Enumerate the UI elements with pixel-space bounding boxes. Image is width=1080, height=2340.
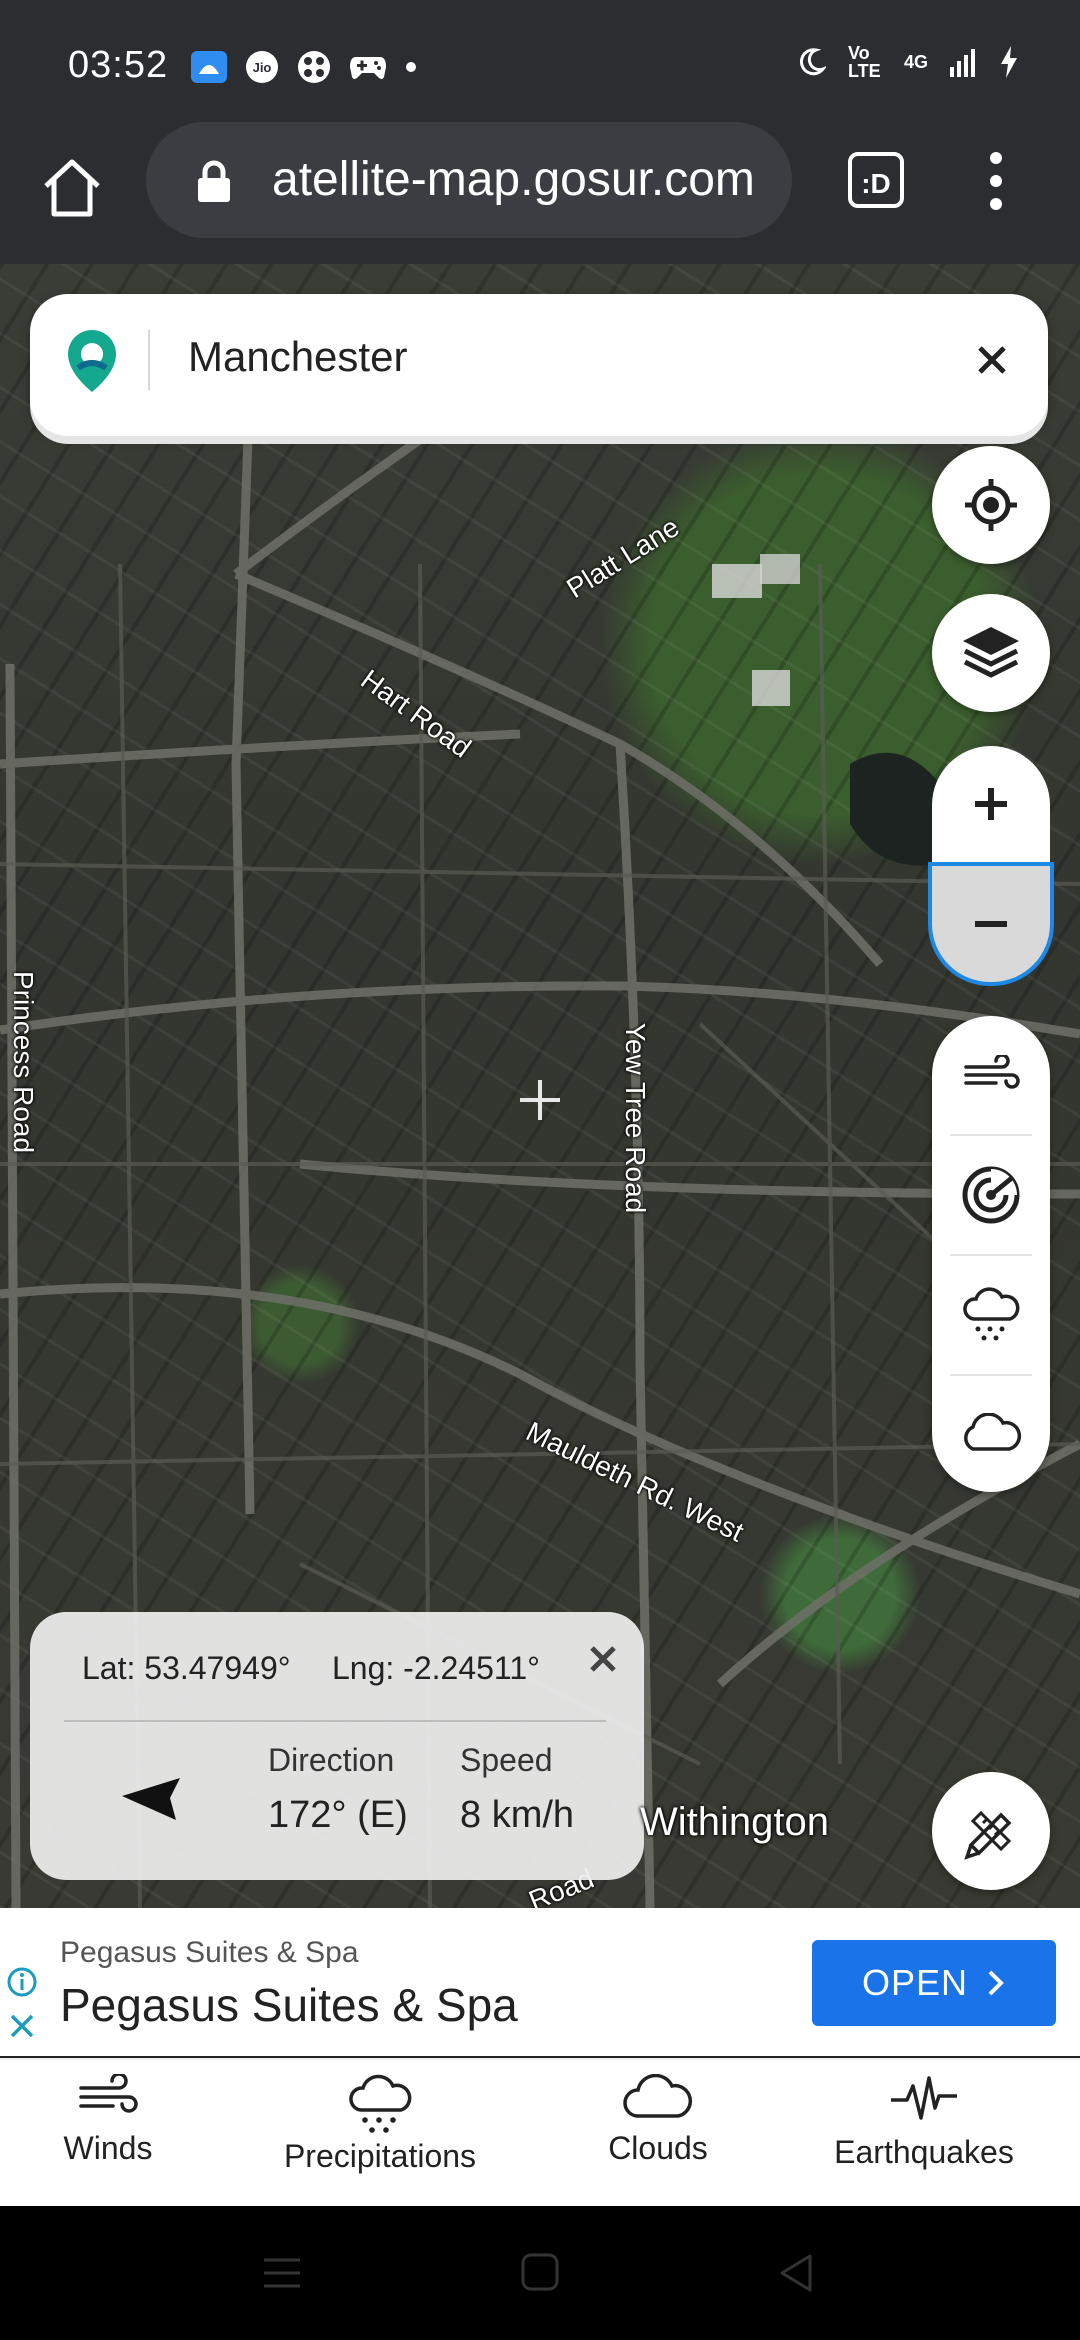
place-label: Withington: [640, 1800, 829, 1844]
home-icon[interactable]: [38, 154, 106, 222]
latitude-text: Lat: 53.47949°: [82, 1650, 291, 1686]
wind-icon: [79, 2074, 138, 2113]
nav-label: Winds: [63, 2130, 153, 2166]
ad-open-button[interactable]: OPEN: [812, 1940, 1056, 2026]
wind-info-card: Lat: 53.47949° Lng: -2.24511° Direction …: [30, 1612, 644, 1880]
clouds-layer-button[interactable]: [932, 1374, 1050, 1492]
plus-icon: [975, 788, 1007, 820]
status-bar: 03:52 Jio Vo LTE 4G: [0, 0, 1080, 132]
notification-icons: Jio: [190, 48, 418, 86]
tab-switcher-button[interactable]: :D: [848, 152, 904, 208]
radar-icon: [962, 1166, 1020, 1224]
ad-banner[interactable]: Pegasus Suites & Spa Pegasus Suites & Sp…: [0, 1908, 1080, 2056]
ad-advertiser: Pegasus Suites & Spa: [60, 1936, 359, 1969]
divider: [64, 1720, 606, 1722]
do-not-disturb-moon-icon: [800, 48, 826, 76]
close-icon[interactable]: [586, 1642, 620, 1676]
recent-apps-icon[interactable]: [262, 2256, 302, 2290]
volte-indicator: Vo LTE: [847, 43, 881, 81]
bottom-navigation: Winds Precipitations Clouds Earthquakes: [0, 2058, 1080, 2208]
road-label: Princess Road: [8, 970, 40, 1154]
home-nav-icon[interactable]: [520, 2252, 560, 2292]
search-box: [30, 294, 1048, 436]
system-navigation-bar: [0, 2206, 1080, 2340]
target-location-icon: [965, 479, 1017, 531]
nav-winds[interactable]: Winds: [38, 2074, 178, 2204]
speed-label: Speed: [460, 1742, 553, 1778]
precipitation-layer-button[interactable]: [932, 1256, 1050, 1374]
ruler-pencil-icon: [964, 1810, 1012, 1860]
status-time: 03:52: [68, 44, 169, 86]
road-label: Yew Tree Road: [620, 1022, 652, 1214]
cloud-icon: [623, 2074, 692, 2118]
direction-value: 172° (E): [268, 1794, 408, 1836]
radar-layer-button[interactable]: [932, 1136, 1050, 1254]
search-input[interactable]: [186, 332, 950, 382]
system-status-icons: Vo LTE 4G: [796, 44, 1020, 80]
cloud-icon: [964, 1413, 1022, 1451]
game-grid-icon: [298, 51, 330, 83]
map-center-crosshair-icon: [520, 1080, 560, 1120]
ad-close-icon[interactable]: [8, 2012, 36, 2040]
zoom-controls: [928, 746, 1054, 986]
wind-direction-arrow-icon: [122, 1778, 180, 1820]
signal-icon: [950, 49, 975, 77]
wind-icon: [964, 1055, 1020, 1089]
battery-charging-icon: [1001, 46, 1017, 78]
nav-label: Precipitations: [283, 2138, 477, 2174]
direction-label: Direction: [268, 1742, 395, 1778]
chevron-right-icon: [988, 1970, 1004, 1996]
nav-earthquakes[interactable]: Earthquakes: [822, 2074, 1026, 2204]
search-divider: [148, 330, 150, 390]
measure-draw-button[interactable]: [932, 1772, 1050, 1890]
layers-icon: [963, 627, 1019, 678]
more-notifications-dot-icon: [406, 62, 416, 72]
layers-button[interactable]: [932, 594, 1050, 712]
close-icon[interactable]: [970, 338, 1014, 382]
longitude-text: Lng: -2.24511°: [332, 1650, 540, 1686]
gamepad-icon: [350, 57, 386, 79]
network-type: 4G: [903, 51, 928, 72]
zoom-out-button[interactable]: [928, 862, 1054, 986]
seismograph-icon: [891, 2076, 957, 2120]
ad-open-label: OPEN: [861, 1962, 969, 2003]
svg-text:Jio: Jio: [253, 60, 272, 75]
url-text[interactable]: atellite-map.gosur.com: [272, 152, 755, 207]
wind-layer-button[interactable]: [932, 1016, 1050, 1134]
my-location-button[interactable]: [932, 446, 1050, 564]
nav-precipitations[interactable]: Precipitations: [270, 2074, 490, 2204]
lock-icon: [198, 160, 230, 202]
more-options-icon[interactable]: [984, 150, 1008, 212]
speed-value: 8 km/h: [460, 1794, 575, 1836]
ad-title: Pegasus Suites & Spa: [60, 1979, 518, 2031]
rain-cloud-icon: [963, 1287, 1020, 1341]
location-pin-logo-icon: [68, 330, 116, 392]
ad-info-icon[interactable]: [6, 1966, 38, 1998]
rain-cloud-icon: [349, 2074, 412, 2133]
app-notification-icon: [191, 51, 227, 83]
nav-label: Earthquakes: [834, 2134, 1014, 2170]
back-icon[interactable]: [776, 2252, 816, 2294]
weather-layer-controls: [932, 1016, 1050, 1492]
nav-clouds[interactable]: Clouds: [590, 2074, 726, 2204]
zoom-in-button[interactable]: [932, 746, 1050, 862]
nav-label: Clouds: [608, 2130, 708, 2166]
minus-icon: [975, 921, 1007, 927]
jio-icon: Jio: [246, 51, 278, 83]
